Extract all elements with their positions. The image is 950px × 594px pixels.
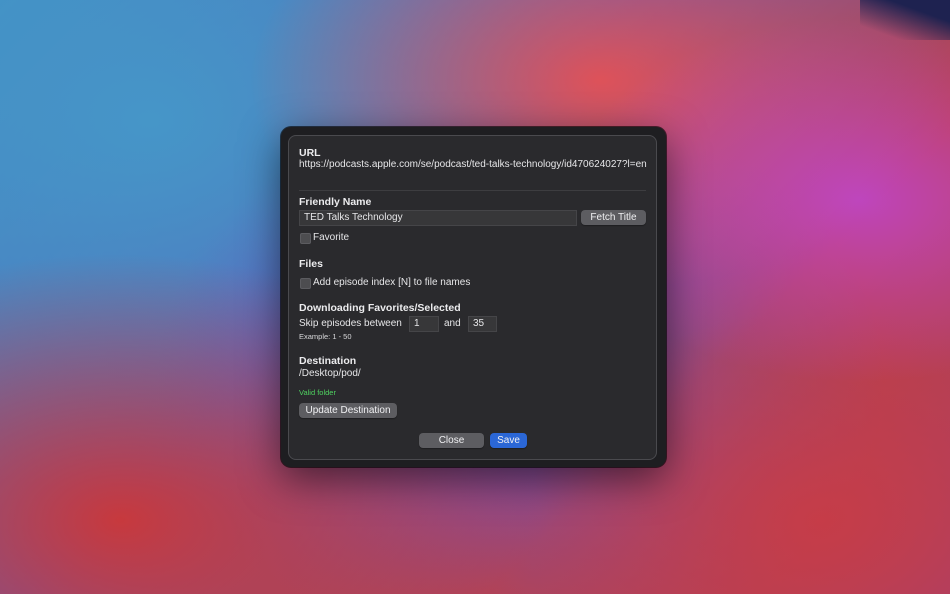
downloading-label: Downloading Favorites/Selected <box>299 302 461 314</box>
url-value: https://podcasts.apple.com/se/podcast/te… <box>299 159 647 170</box>
destination-label: Destination <box>299 355 357 367</box>
favorite-label: Favorite <box>313 232 350 243</box>
fetch-title-button[interactable]: Fetch Title <box>581 210 646 225</box>
files-label: Files <box>299 258 323 270</box>
podcast-settings-window: URL https://podcasts.apple.com/se/podcas… <box>281 127 666 467</box>
friendly-name-input[interactable] <box>299 210 577 226</box>
and-label: and <box>444 318 461 329</box>
close-button[interactable]: Close <box>419 433 484 448</box>
friendly-name-label: Friendly Name <box>299 196 372 208</box>
section-divider <box>299 190 646 191</box>
example-hint: Example: 1 - 50 <box>299 332 352 341</box>
settings-sheet: URL https://podcasts.apple.com/se/podcas… <box>288 135 657 460</box>
episode-index-label: Add episode index [N] to file names <box>313 277 471 288</box>
destination-path: /Desktop/pod/ <box>299 368 361 379</box>
skip-episodes-label: Skip episodes between <box>299 318 402 329</box>
update-destination-button[interactable]: Update Destination <box>299 403 397 418</box>
save-button[interactable]: Save <box>490 433 527 448</box>
skip-to-input[interactable] <box>468 316 497 332</box>
desktop-wallpaper-corner <box>860 0 950 40</box>
skip-from-input[interactable] <box>409 316 439 332</box>
episode-index-checkbox[interactable] <box>300 278 311 289</box>
valid-folder-status: Valid folder <box>299 388 336 397</box>
favorite-checkbox[interactable] <box>300 233 311 244</box>
url-label: URL <box>299 147 321 159</box>
